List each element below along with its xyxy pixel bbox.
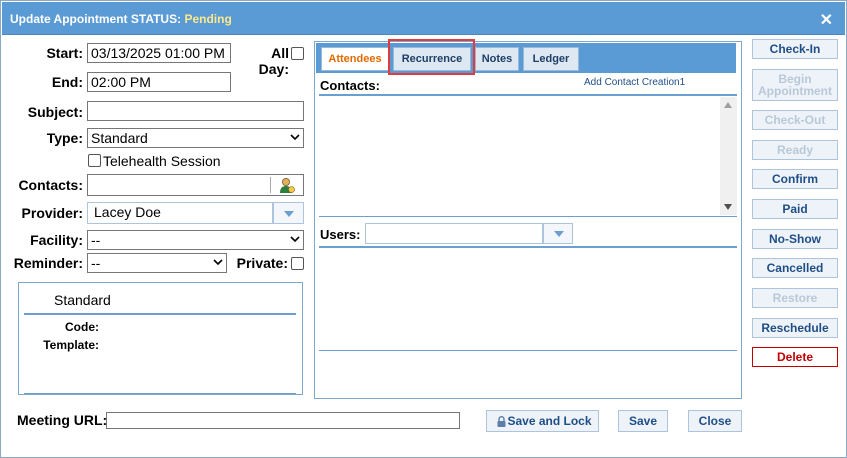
- type-panel-rule: [24, 313, 296, 315]
- meeting-url-input[interactable]: [106, 412, 460, 429]
- cancelled-button[interactable]: Cancelled: [752, 258, 838, 278]
- triangle-down-icon: [554, 231, 564, 237]
- reminder-select[interactable]: --: [87, 253, 227, 273]
- facility-select[interactable]: --: [87, 230, 304, 250]
- users-bottom-rule: [319, 350, 737, 351]
- tab-notes[interactable]: Notes: [475, 47, 519, 71]
- type-panel-title: Standard: [54, 292, 111, 308]
- chevron-down-icon: [213, 259, 223, 266]
- appointment-type-panel: Standard Code: Template:: [18, 282, 303, 395]
- tab-attendees[interactable]: Attendees: [321, 47, 389, 71]
- start-label: Start:: [46, 45, 83, 61]
- add-contact-link[interactable]: Add Contact Creation1: [584, 77, 685, 88]
- confirm-button[interactable]: Confirm: [752, 169, 838, 189]
- contacts-list[interactable]: [319, 97, 737, 215]
- template-label: Template:: [43, 338, 99, 352]
- chevron-down-icon: [290, 134, 300, 141]
- subject-label: Subject:: [27, 104, 83, 120]
- close-button[interactable]: Close: [688, 410, 742, 432]
- private-checkbox[interactable]: [291, 257, 304, 270]
- allday-label: All Day:: [258, 45, 289, 77]
- title-status: Pending: [184, 12, 232, 26]
- title-prefix: Update Appointment STATUS:: [10, 12, 182, 26]
- type-label: Type:: [46, 130, 83, 146]
- delete-button[interactable]: Delete: [752, 347, 838, 367]
- telehealth-label: Telehealth Session: [103, 153, 221, 169]
- code-label: Code:: [65, 320, 99, 334]
- provider-dropdown-button[interactable]: [273, 202, 304, 224]
- contacts-bottom-rule: [319, 216, 737, 217]
- users-rule: [319, 246, 737, 248]
- meeting-url-label: Meeting URL:: [17, 412, 108, 428]
- close-icon[interactable]: ✕: [820, 10, 833, 30]
- subject-input[interactable]: [87, 101, 304, 121]
- scroll-down-icon[interactable]: [724, 204, 732, 210]
- begin-appointment-button[interactable]: Begin Appointment: [752, 69, 838, 101]
- save-and-lock-label: Save and Lock: [507, 414, 592, 428]
- tab-bar: Attendees Recurrence Notes Ledger: [316, 43, 736, 73]
- recurrence-tab-highlight: [388, 39, 475, 75]
- contacts-scrollbar[interactable]: [720, 97, 737, 215]
- scroll-up-icon[interactable]: [724, 102, 732, 108]
- reminder-label: Reminder:: [13, 255, 83, 271]
- contacts-input[interactable]: [87, 174, 304, 196]
- end-label: End:: [51, 74, 83, 90]
- contacts-rule: [319, 94, 737, 96]
- users-input[interactable]: [365, 223, 543, 244]
- restore-button[interactable]: Restore: [752, 288, 838, 308]
- save-and-lock-button[interactable]: Save and Lock: [486, 410, 599, 432]
- check-in-button[interactable]: Check-In: [752, 39, 838, 59]
- contacts-divider: [270, 177, 271, 193]
- users-label: Users:: [320, 227, 361, 242]
- reminder-select-value: --: [91, 255, 101, 271]
- private-label: Private:: [236, 255, 288, 271]
- no-show-button[interactable]: No-Show: [752, 229, 838, 249]
- add-contact-icon[interactable]: [279, 177, 295, 194]
- save-button[interactable]: Save: [618, 410, 668, 432]
- paid-button[interactable]: Paid: [752, 199, 838, 219]
- reschedule-button[interactable]: Reschedule: [752, 318, 838, 338]
- users-dropdown-button[interactable]: [543, 223, 573, 244]
- type-panel-bottom-rule: [24, 393, 296, 394]
- end-input[interactable]: [87, 72, 231, 92]
- lock-icon: [497, 416, 506, 427]
- tab-ledger[interactable]: Ledger: [523, 47, 579, 71]
- attendee-contacts-label: Contacts:: [320, 78, 380, 93]
- provider-input[interactable]: Lacey Doe: [87, 202, 273, 224]
- chevron-down-icon: [290, 236, 300, 243]
- contacts-label: Contacts:: [18, 177, 83, 193]
- facility-select-value: --: [91, 232, 101, 248]
- type-select-value: Standard: [91, 130, 148, 146]
- check-out-button[interactable]: Check-Out: [752, 110, 838, 130]
- update-appointment-dialog: Update Appointment STATUS: Pending ✕ Sta…: [0, 0, 847, 458]
- facility-label: Facility:: [30, 232, 83, 248]
- dialog-titlebar: Update Appointment STATUS: Pending ✕: [2, 2, 845, 35]
- ready-button[interactable]: Ready: [752, 140, 838, 160]
- triangle-down-icon: [284, 211, 294, 217]
- telehealth-checkbox[interactable]: [88, 154, 101, 167]
- allday-checkbox[interactable]: [291, 47, 304, 60]
- dialog-title: Update Appointment STATUS: Pending: [10, 12, 232, 26]
- provider-label: Provider:: [21, 205, 83, 221]
- type-select[interactable]: Standard: [87, 128, 304, 148]
- start-input[interactable]: [87, 43, 231, 63]
